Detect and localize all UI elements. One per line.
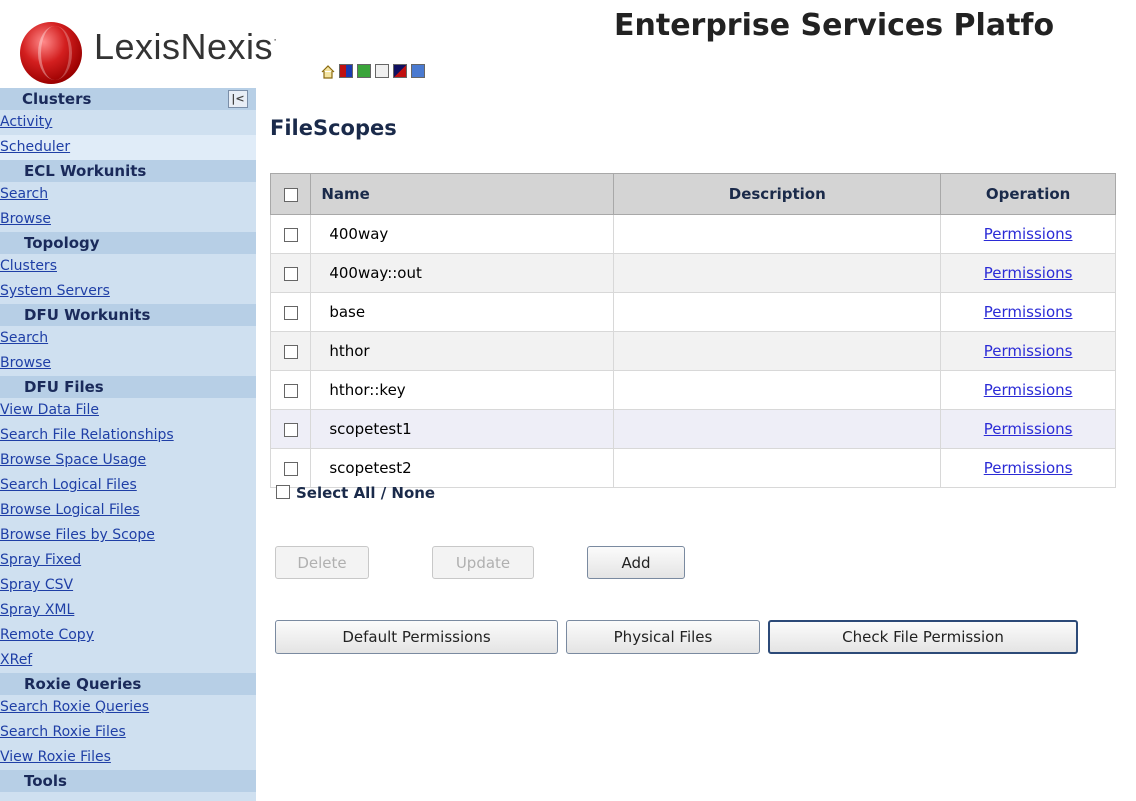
lexisnexis-logo: LexisNexis·: [16, 12, 278, 84]
row-name: hthor::key: [310, 370, 615, 410]
check-file-permission-button[interactable]: Check File Permission: [768, 620, 1078, 654]
row-name: scopetest2: [310, 448, 615, 488]
sidebar-item-spray-csv[interactable]: Spray CSV: [0, 573, 256, 598]
sidebar-nav: Clusters |< Activity Scheduler ECL Worku…: [0, 88, 256, 801]
row-name: 400way: [310, 214, 615, 254]
permissions-link[interactable]: Permissions: [984, 420, 1073, 438]
row-name: 400way::out: [310, 253, 615, 293]
row-checkbox[interactable]: [283, 266, 298, 281]
permissions-link[interactable]: Permissions: [984, 225, 1073, 243]
permissions-link[interactable]: Permissions: [984, 342, 1073, 360]
delete-button[interactable]: Delete: [275, 546, 369, 579]
sidebar-item-ecl-search[interactable]: Search: [0, 182, 256, 207]
edit-icon[interactable]: [375, 64, 389, 78]
sidebar-item-browse-files-by-scope[interactable]: Browse Files by Scope: [0, 523, 256, 548]
sidebar-item-ecl-browse[interactable]: Browse: [0, 207, 256, 232]
row-description: [613, 448, 942, 488]
physical-files-button[interactable]: Physical Files: [566, 620, 760, 654]
permissions-link[interactable]: Permissions: [984, 381, 1073, 399]
sidebar-item-search-roxie-queries[interactable]: Search Roxie Queries: [0, 695, 256, 720]
row-description: [613, 214, 942, 254]
table-row: 400way::out Permissions: [269, 253, 1116, 293]
row-description: [613, 409, 942, 449]
table-row: 400way Permissions: [269, 214, 1116, 254]
row-name: base: [310, 292, 615, 332]
permissions-link[interactable]: Permissions: [984, 303, 1073, 321]
filescopes-table: Name Description Operation 400way Permis…: [269, 173, 1116, 488]
column-header-description[interactable]: Description: [613, 173, 942, 215]
row-description: [613, 292, 942, 332]
sidebar-section-clusters: Clusters |<: [0, 88, 256, 110]
sidebar-item-browse-logical-files[interactable]: Browse Logical Files: [0, 498, 256, 523]
permissions-link[interactable]: Permissions: [984, 264, 1073, 282]
permissions-link[interactable]: Permissions: [984, 459, 1073, 477]
user-icon[interactable]: [411, 64, 425, 78]
column-header-operation: Operation: [940, 173, 1116, 215]
home-icon[interactable]: [321, 64, 335, 79]
row-checkbox[interactable]: [283, 305, 298, 320]
table-header-row: Name Description Operation: [269, 173, 1116, 215]
sidebar-item-activity[interactable]: Activity: [0, 110, 256, 135]
row-description: [613, 253, 942, 293]
table-row: scopetest1 Permissions: [269, 409, 1116, 449]
row-checkbox[interactable]: [283, 422, 298, 437]
sidebar-item-view-data-file[interactable]: View Data File: [0, 398, 256, 423]
sidebar-section-topology: Topology: [0, 232, 256, 254]
add-button[interactable]: Add: [587, 546, 685, 579]
row-name: hthor: [310, 331, 615, 371]
sidebar-section-ecl-workunits: ECL Workunits: [0, 160, 256, 182]
stack-icon[interactable]: [393, 64, 407, 78]
select-all-toggle[interactable]: Select All / None: [276, 484, 435, 502]
sidebar-section-dfu-files: DFU Files: [0, 376, 256, 398]
collapse-sidebar-icon[interactable]: |<: [228, 90, 248, 108]
sidebar-item-search-file-relationships[interactable]: Search File Relationships: [0, 423, 256, 448]
sidebar-item-dfu-search[interactable]: Search: [0, 326, 256, 351]
column-header-name[interactable]: Name: [310, 173, 615, 215]
sidebar-item-dfu-browse[interactable]: Browse: [0, 351, 256, 376]
app-title: Enterprise Services Platfo: [614, 8, 1055, 43]
sidebar-item-remote-copy[interactable]: Remote Copy: [0, 623, 256, 648]
sidebar-section-tools: Tools: [0, 770, 256, 792]
refresh-icon[interactable]: [357, 64, 371, 78]
row-checkbox[interactable]: [283, 383, 298, 398]
row-description: [613, 331, 942, 371]
sidebar-item-xref[interactable]: XRef: [0, 648, 256, 673]
table-row: scopetest2 Permissions: [269, 448, 1116, 488]
sidebar-item-system-servers[interactable]: System Servers: [0, 279, 256, 304]
row-checkbox[interactable]: [283, 344, 298, 359]
brand-name: LexisNexis: [94, 26, 274, 67]
sidebar-item-search-logical-files[interactable]: Search Logical Files: [0, 473, 256, 498]
sidebar-item-view-roxie-files[interactable]: View Roxie Files: [0, 745, 256, 770]
blocks-icon[interactable]: [339, 64, 353, 78]
quick-toolbar: [321, 64, 425, 79]
page-title: FileScopes: [270, 116, 397, 140]
select-all-label: Select All / None: [296, 484, 436, 502]
row-description: [613, 370, 942, 410]
select-all-checkbox[interactable]: [276, 485, 290, 499]
sidebar-item-spray-fixed[interactable]: Spray Fixed: [0, 548, 256, 573]
row-checkbox[interactable]: [283, 227, 298, 242]
sidebar-item-spray-xml[interactable]: Spray XML: [0, 598, 256, 623]
brand-trademark: ·: [273, 32, 278, 46]
sidebar-item-search-roxie-files[interactable]: Search Roxie Files: [0, 720, 256, 745]
header-checkbox[interactable]: [283, 187, 298, 202]
sidebar-item-scheduler[interactable]: Scheduler: [0, 135, 256, 160]
table-row: hthor Permissions: [269, 331, 1116, 371]
sidebar-section-roxie-queries: Roxie Queries: [0, 673, 256, 695]
row-name: scopetest1: [310, 409, 615, 449]
globe-logo-icon: [20, 22, 82, 84]
row-checkbox[interactable]: [283, 461, 298, 476]
table-row: hthor::key Permissions: [269, 370, 1116, 410]
update-button[interactable]: Update: [432, 546, 534, 579]
sidebar-item-browse-space-usage[interactable]: Browse Space Usage: [0, 448, 256, 473]
default-permissions-button[interactable]: Default Permissions: [275, 620, 558, 654]
table-row: base Permissions: [269, 292, 1116, 332]
sidebar-section-dfu-workunits: DFU Workunits: [0, 304, 256, 326]
sidebar-item-topology-clusters[interactable]: Clusters: [0, 254, 256, 279]
